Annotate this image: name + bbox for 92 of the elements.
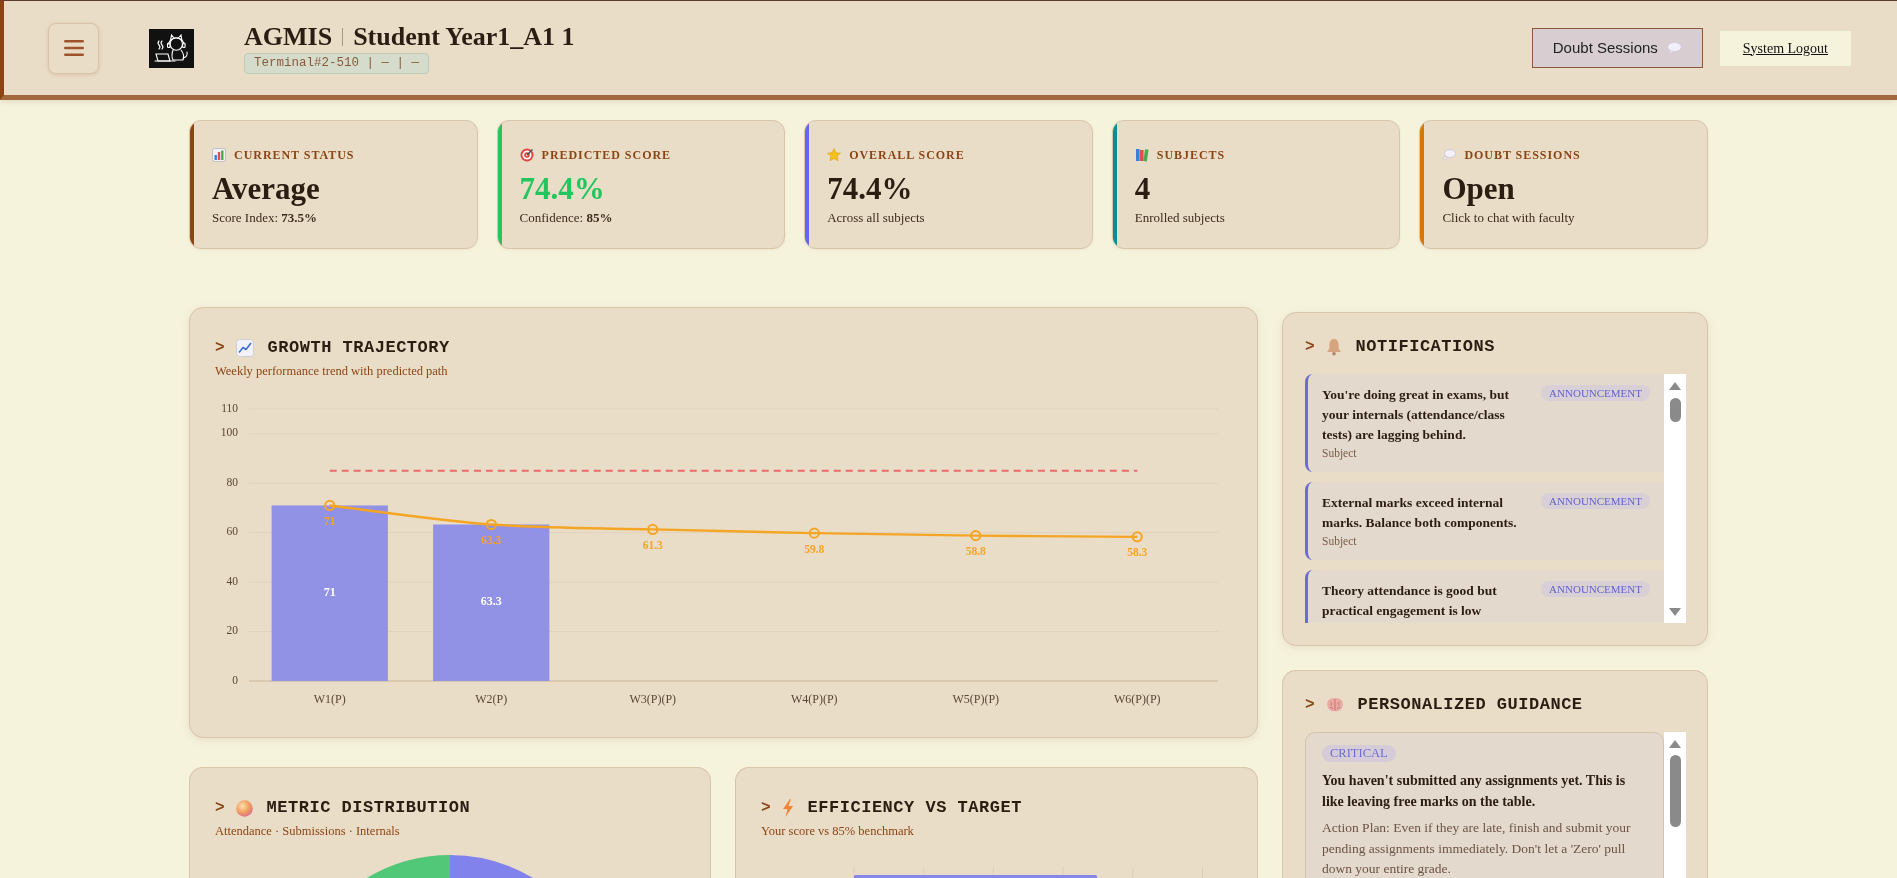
point-value-label: 71 bbox=[324, 515, 336, 528]
axis-label: W4(P)(P) bbox=[790, 691, 838, 706]
books-icon bbox=[1134, 147, 1149, 162]
data-point bbox=[1131, 531, 1143, 543]
axis-label: W2(P) bbox=[475, 691, 508, 706]
rising-chart-icon bbox=[235, 339, 254, 357]
prompt-symbol: > bbox=[1305, 337, 1315, 358]
panel-subtitle: Your score vs 85% benchmark bbox=[761, 823, 915, 839]
ball-icon bbox=[235, 799, 253, 817]
axis-label: W1(P) bbox=[313, 691, 346, 706]
stat-note: Score Index: 73.5% bbox=[212, 210, 319, 226]
stat-value: 4 bbox=[1134, 171, 1152, 207]
stat-value: 74.4% bbox=[519, 171, 606, 207]
notification-text: Theory attendance is good but practical engagement is low bbox=[1322, 582, 1498, 620]
stat-value: Open bbox=[1442, 171, 1516, 207]
prompt-symbol: > bbox=[761, 798, 771, 819]
point-value-label: 58.8 bbox=[965, 545, 986, 558]
data-point bbox=[324, 499, 336, 512]
bar-chart-icon bbox=[212, 147, 226, 162]
axis-label: 20 bbox=[226, 624, 238, 637]
panel-subtitle: Weekly performance trend with predicted path bbox=[215, 363, 449, 379]
panel-subtitle: Attendance · Submissions · Internals bbox=[215, 823, 401, 839]
axis-label: 40 bbox=[226, 574, 238, 587]
subject-label: Subject bbox=[1322, 534, 1358, 549]
bar-value-label: 71 bbox=[323, 584, 336, 599]
logout-link[interactable]: System Logout bbox=[1719, 30, 1851, 66]
scroll-up-icon[interactable] bbox=[1669, 740, 1681, 748]
lightning-icon bbox=[781, 799, 794, 817]
scrollbar[interactable] bbox=[1664, 374, 1686, 623]
panel-title: PERSONALIZED GUIDANCE bbox=[1357, 694, 1583, 717]
prompt-symbol: > bbox=[215, 798, 225, 819]
prompt-symbol: > bbox=[1305, 695, 1315, 716]
target-icon bbox=[519, 147, 534, 162]
stat-note: Enrolled subjects bbox=[1134, 210, 1226, 226]
cat-logo-icon bbox=[149, 28, 194, 68]
data-point bbox=[485, 518, 497, 531]
data-point bbox=[970, 530, 982, 542]
thought-bubble-icon bbox=[1442, 148, 1457, 161]
axis-label: 60 bbox=[226, 525, 238, 538]
brain-icon bbox=[1325, 697, 1344, 713]
bell-icon bbox=[1325, 338, 1342, 356]
action-plan-text: Action Plan: Even if they are late, finish and submit your pending assignments immediately. Don't let a 'Zero' pull down your entire grade. bbox=[1322, 819, 1632, 878]
menu-icon bbox=[63, 40, 84, 56]
panel-title: GROWTH TRAJECTORY bbox=[267, 337, 450, 360]
scroll-thumb[interactable] bbox=[1669, 398, 1681, 422]
scroll-down-icon[interactable] bbox=[1669, 608, 1681, 616]
guidance-text: You haven't submitted any assignments yet. This is like leaving free marks on the table. bbox=[1322, 772, 1627, 811]
data-point bbox=[808, 527, 820, 539]
stat-label: DOUBT SESSIONS bbox=[1464, 146, 1581, 164]
prompt-symbol: > bbox=[215, 338, 225, 359]
axis-label: 0 bbox=[232, 673, 238, 686]
scrollbar[interactable] bbox=[1664, 732, 1686, 878]
stat-label: CURRENT STATUS bbox=[234, 146, 355, 164]
type-tag: ANNOUNCEMENT bbox=[1541, 493, 1650, 509]
terminal-badge: Terminal#2-510 | — | — bbox=[244, 53, 430, 74]
stat-value: Average bbox=[212, 171, 321, 207]
axis-label: 80 bbox=[226, 475, 238, 488]
stat-note: Confidence: 85% bbox=[519, 210, 614, 226]
type-tag: ANNOUNCEMENT bbox=[1541, 581, 1650, 597]
scroll-thumb[interactable] bbox=[1669, 755, 1681, 827]
notification-text: External marks exceed internal marks. Balance both components. bbox=[1322, 494, 1518, 532]
data-point bbox=[647, 523, 659, 535]
axis-label: 110 bbox=[221, 401, 238, 414]
stat-label: OVERALL SCORE bbox=[849, 146, 965, 164]
severity-tag: CRITICAL bbox=[1322, 745, 1396, 762]
scroll-up-icon[interactable] bbox=[1669, 382, 1681, 390]
point-value-label: 63.3 bbox=[481, 534, 502, 547]
star-icon bbox=[827, 147, 842, 162]
bar-value-label: 63.3 bbox=[480, 594, 502, 609]
stat-note: Across all subjects bbox=[827, 210, 926, 226]
point-value-label: 61.3 bbox=[642, 539, 663, 552]
point-value-label: 59.8 bbox=[804, 542, 825, 555]
point-value-label: 58.3 bbox=[1127, 546, 1148, 559]
axis-label: W5(P)(P) bbox=[952, 691, 1000, 706]
stat-value: 74.4% bbox=[827, 171, 914, 207]
brand-name: AGMIS bbox=[244, 22, 333, 52]
subject-label: Subject bbox=[1322, 446, 1358, 461]
axis-label: W3(P)(P) bbox=[629, 691, 677, 706]
axis-label: W6(P)(P) bbox=[1113, 691, 1161, 706]
stat-label: SUBJECTS bbox=[1156, 146, 1226, 164]
panel-title: METRIC DISTRIBUTION bbox=[266, 797, 471, 820]
menu-button[interactable] bbox=[48, 22, 99, 74]
axis-label: 100 bbox=[220, 426, 238, 439]
type-tag: ANNOUNCEMENT bbox=[1541, 385, 1650, 401]
notification-text: You're doing great in exams, but your internals (attendance/class tests) are lagging behind. bbox=[1322, 386, 1511, 444]
panel-title: NOTIFICATIONS bbox=[1355, 336, 1495, 359]
stat-label: PREDICTED SCORE bbox=[541, 146, 671, 164]
page-title: Student Year1_A1 1 bbox=[353, 22, 575, 52]
stat-note: Click to chat with faculty bbox=[1442, 210, 1576, 226]
panel-title: EFFICIENCY VS TARGET bbox=[807, 797, 1022, 820]
doubt-sessions-button[interactable]: Doubt Sessions bbox=[1531, 28, 1703, 68]
speech-bubble-icon bbox=[1666, 42, 1682, 54]
